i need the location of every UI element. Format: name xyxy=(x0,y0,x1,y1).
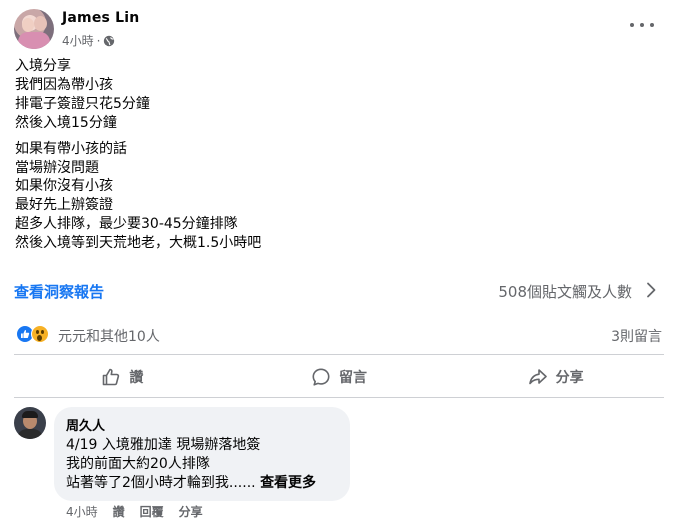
meta-separator: · xyxy=(96,33,101,48)
share-arrow-icon xyxy=(528,369,547,385)
speech-bubble-icon xyxy=(312,368,330,386)
post-body: 入境分享 我們因為帶小孩 排電子簽證只花5分鐘 然後入境15分鐘 如果有帶小孩的… xyxy=(15,57,261,260)
chevron-right-icon[interactable] xyxy=(646,282,656,298)
comments-count[interactable]: 3則留言 xyxy=(611,326,662,346)
comment-like-button[interactable]: 讚 xyxy=(113,503,125,520)
commenter-avatar[interactable] xyxy=(14,407,46,439)
wow-reaction-icon xyxy=(31,325,49,343)
comment-meta: 4小時 讚 回覆 分享 xyxy=(66,503,203,520)
post-line: 如果有帶小孩的話 xyxy=(15,140,127,157)
divider xyxy=(14,397,664,398)
comment-bubble: 周久人 4/19 入境雅加達 現場辦落地簽 我的前面大約20人排隊 站著等了2個… xyxy=(54,407,350,501)
commenter-name[interactable]: 周久人 xyxy=(66,415,338,434)
author-avatar[interactable] xyxy=(14,9,54,49)
post-reach: 508個貼文觸及人數 xyxy=(498,283,632,301)
post-header: James Lin 4小時 · xyxy=(14,9,666,51)
more-horizontal-icon[interactable] xyxy=(630,17,654,33)
reactions-summary: 元元和其他10人 3則留言 xyxy=(16,323,662,347)
comment-share-button[interactable]: 分享 xyxy=(179,503,203,520)
comment-line-last: 站著等了2個小時才輪到我...... 查看更多 xyxy=(66,474,338,493)
post-line: 最好先上辦簽證 xyxy=(15,197,113,214)
insights-bar: 查看洞察報告 508個貼文觸及人數 xyxy=(14,279,660,303)
post-actions: 讚 留言 分享 xyxy=(14,357,664,397)
post-line: 然後入境15分鐘 xyxy=(15,114,117,131)
reactors-text[interactable]: 元元和其他10人 xyxy=(58,326,160,346)
post-line: 如果你沒有小孩 xyxy=(15,178,113,195)
post-line: 入境分享 xyxy=(15,58,71,74)
post-line: 然後入境等到天荒地老，大概1.5小時吧 xyxy=(15,235,262,252)
share-label: 分享 xyxy=(555,370,584,386)
like-label: 讚 xyxy=(129,370,144,386)
thumbs-up-icon xyxy=(103,368,120,386)
post-paragraph-2: 如果有帶小孩的話 當場辦沒問題 如果你沒有小孩 最好先上辦簽證 超多人排隊，最少… xyxy=(15,140,261,253)
comment-line-text: 站著等了2個小時才輪到我...... xyxy=(66,475,256,491)
post-line: 我們因為帶小孩 xyxy=(15,76,113,93)
post-line: 排電子簽證只花5分鐘 xyxy=(15,95,150,112)
comment-reply-button[interactable]: 回覆 xyxy=(140,503,164,520)
globe-icon[interactable] xyxy=(103,35,115,47)
view-insights-link[interactable]: 查看洞察報告 xyxy=(14,281,104,302)
comment-time[interactable]: 4小時 xyxy=(66,503,98,520)
comment-label: 留言 xyxy=(339,370,367,386)
reaction-icons[interactable] xyxy=(16,325,49,343)
comment-button[interactable]: 留言 xyxy=(231,357,448,397)
post-paragraph-1: 入境分享 我們因為帶小孩 排電子簽證只花5分鐘 然後入境15分鐘 xyxy=(15,57,261,133)
post-meta: 4小時 · xyxy=(62,32,115,49)
post-time[interactable]: 4小時 xyxy=(62,32,94,49)
author-name[interactable]: James Lin xyxy=(62,10,139,26)
comment-line: 我的前面大約20人排隊 xyxy=(66,456,210,472)
like-button[interactable]: 讚 xyxy=(14,357,231,397)
comment-line: 4/19 入境雅加達 現場辦落地簽 xyxy=(66,437,261,453)
post-line: 超多人排隊，最少要30-45分鐘排隊 xyxy=(15,216,238,233)
divider xyxy=(14,354,664,355)
post-line: 當場辦沒問題 xyxy=(15,159,99,176)
share-button[interactable]: 分享 xyxy=(447,357,664,397)
see-more-link[interactable]: 查看更多 xyxy=(260,475,316,491)
